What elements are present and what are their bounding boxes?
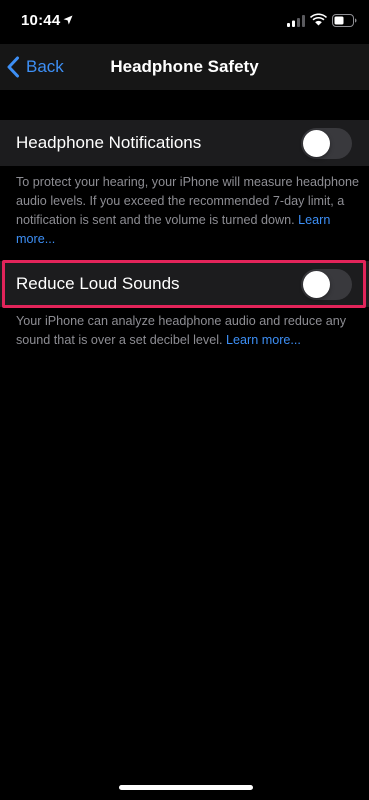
navigation-bar: Back Headphone Safety — [0, 44, 369, 90]
learn-more-link[interactable]: Learn more... — [226, 333, 301, 347]
status-time: 10:44 — [21, 12, 61, 29]
wifi-icon — [310, 13, 327, 26]
toggle-knob — [303, 130, 330, 157]
location-arrow-icon — [63, 15, 73, 25]
reduce-loud-sounds-footer: Your iPhone can analyze headphone audio … — [16, 312, 361, 350]
reduce-loud-sounds-toggle[interactable] — [301, 269, 352, 300]
reduce-loud-sounds-label: Reduce Loud Sounds — [16, 274, 180, 293]
headphone-safety-screen: 10:44 Back Headphone Safety Headphone No… — [0, 0, 369, 800]
headphone-notifications-toggle[interactable] — [301, 128, 352, 159]
headphone-notifications-label: Headphone Notifications — [16, 133, 202, 152]
headphone-notifications-footer: To protect your hearing, your iPhone wil… — [16, 173, 361, 249]
page-title: Headphone Safety — [110, 57, 259, 76]
status-bar: 10:44 — [0, 0, 369, 44]
home-indicator[interactable] — [119, 785, 253, 790]
reduce-loud-sounds-row: Reduce Loud Sounds — [0, 261, 369, 307]
battery-icon — [332, 14, 357, 27]
toggle-knob — [303, 271, 330, 298]
headphone-notifications-row: Headphone Notifications — [0, 120, 369, 166]
cellular-signal-icon — [287, 15, 305, 27]
